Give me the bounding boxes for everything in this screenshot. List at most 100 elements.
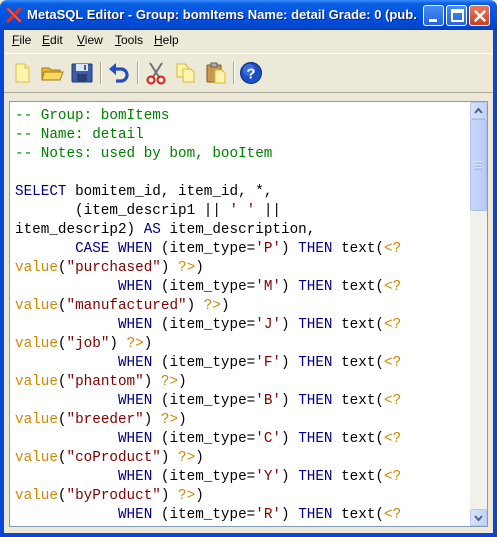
code-token: <?	[384, 317, 402, 333]
maximize-button[interactable]	[446, 5, 467, 26]
menu-help[interactable]: Help	[154, 33, 179, 47]
code-line: value("phantom") ?>)	[15, 373, 470, 392]
code-token: (item_descrip1 ||	[15, 203, 230, 219]
code-token: )	[143, 412, 161, 428]
code-token: text(	[332, 393, 384, 409]
code-token: "job"	[66, 336, 110, 352]
code-token: WHEN	[117, 431, 153, 447]
vertical-scrollbar[interactable]	[470, 102, 487, 526]
code-token: text(	[332, 279, 384, 295]
open-folder-icon[interactable]	[39, 60, 65, 86]
code-token: (	[57, 298, 67, 314]
code-line: WHEN (item_type='R') THEN text(<?	[15, 506, 470, 525]
window-border-right	[493, 30, 497, 537]
code-token: )	[281, 393, 299, 409]
toolbar-separator	[233, 62, 235, 84]
code-token: THEN	[298, 431, 333, 447]
code-token: (item_type=	[152, 279, 256, 295]
code-line: WHEN (item_type='C') THEN text(<?	[15, 430, 470, 449]
code-token: (	[57, 450, 67, 466]
code-token: )	[220, 298, 230, 314]
code-token: text(	[332, 507, 384, 523]
copy-icon[interactable]	[173, 60, 199, 86]
code-line: WHEN (item_type='Y') THEN text(<?	[15, 468, 470, 487]
scroll-down-button[interactable]	[470, 509, 487, 526]
arrow-down-icon	[474, 515, 483, 522]
menu-edit[interactable]: Edit	[42, 33, 63, 47]
code-token: item_descrip2)	[15, 222, 144, 238]
scroll-up-button[interactable]	[470, 102, 487, 119]
code-token: "coProduct"	[66, 450, 161, 466]
code-line: (item_descrip1 || ' ' ||	[15, 202, 470, 221]
menu-view[interactable]: View	[77, 33, 103, 47]
code-token: 'R'	[255, 507, 282, 523]
code-token: -- Group: bomItems	[15, 108, 170, 124]
code-line: value("manufactured") ?>)	[15, 297, 470, 316]
code-token: )	[281, 507, 299, 523]
code-token: <?	[384, 507, 402, 523]
code-token: WHEN	[117, 393, 153, 409]
code-token: "phantom"	[66, 374, 144, 390]
code-token: THEN	[298, 355, 333, 371]
code-line: item_descrip2) AS item_description,	[15, 221, 470, 240]
code-token: (	[57, 336, 67, 352]
code-token: )	[281, 431, 299, 447]
code-token: ?>	[126, 336, 144, 352]
code-token: 'C'	[255, 431, 282, 447]
minimize-button[interactable]	[423, 5, 444, 26]
close-button[interactable]	[469, 5, 490, 26]
code-token: )	[281, 355, 299, 371]
menu-file-label: File	[12, 33, 32, 47]
code-token: )	[281, 241, 299, 257]
code-token: 'J'	[255, 317, 282, 333]
code-token: )	[195, 450, 204, 466]
code-token: "byProduct"	[66, 488, 161, 504]
code-token: <?	[384, 469, 402, 485]
undo-icon[interactable]	[106, 60, 132, 86]
cut-scissors-icon[interactable]	[143, 60, 169, 86]
paste-icon[interactable]	[203, 60, 229, 86]
code-token: 'M'	[255, 279, 282, 295]
sql-code-text[interactable]: -- Group: bomItems -- Name: detail -- Note…	[15, 107, 470, 525]
code-line: WHEN (item_type='J') THEN text(<?	[15, 316, 470, 335]
code-token: ?>	[178, 450, 196, 466]
code-token: THEN	[298, 393, 333, 409]
code-token: (item_type=	[152, 393, 256, 409]
code-token: text(	[332, 241, 384, 257]
code-token: (item_type=	[152, 317, 256, 333]
code-token: )	[160, 488, 179, 504]
code-token: "purchased"	[66, 260, 161, 276]
code-token: (item_type=	[152, 469, 256, 485]
help-icon[interactable]: ?	[238, 60, 264, 86]
toolbar-separator	[100, 62, 102, 84]
window-border-bottom	[0, 533, 497, 537]
code-token: (	[57, 488, 67, 504]
code-line: WHEN (item_type='B') THEN text(<?	[15, 392, 470, 411]
code-token: )	[281, 469, 299, 485]
code-token: 'F'	[255, 355, 282, 371]
code-token: value	[15, 374, 58, 390]
code-token: text(	[332, 317, 384, 333]
menu-bar: File Edit View Tools Help	[4, 30, 493, 51]
sql-editor[interactable]: -- Group: bomItems -- Name: detail -- Note…	[9, 101, 488, 527]
code-token: ' '	[229, 203, 256, 219]
code-token: )	[281, 279, 299, 295]
scroll-thumb[interactable]	[470, 119, 487, 211]
code-token: )	[109, 336, 127, 352]
code-token: -- Name: detail	[15, 127, 144, 143]
save-disk-icon[interactable]	[69, 60, 95, 86]
menu-tools[interactable]: Tools	[115, 33, 143, 47]
code-line: SELECT bomitem_id, item_id, *,	[15, 183, 470, 202]
code-line: value("breeder") ?>)	[15, 411, 470, 430]
code-token: )	[186, 298, 204, 314]
new-document-icon[interactable]	[9, 60, 35, 86]
code-line: WHEN (item_type='F') THEN text(<?	[15, 354, 470, 373]
code-token: ?>	[178, 488, 196, 504]
title-bar[interactable]: MetaSQL Editor - Group: bomItems Name: d…	[0, 0, 497, 30]
code-token: 'Y'	[255, 469, 282, 485]
menu-file[interactable]: File	[12, 33, 31, 47]
